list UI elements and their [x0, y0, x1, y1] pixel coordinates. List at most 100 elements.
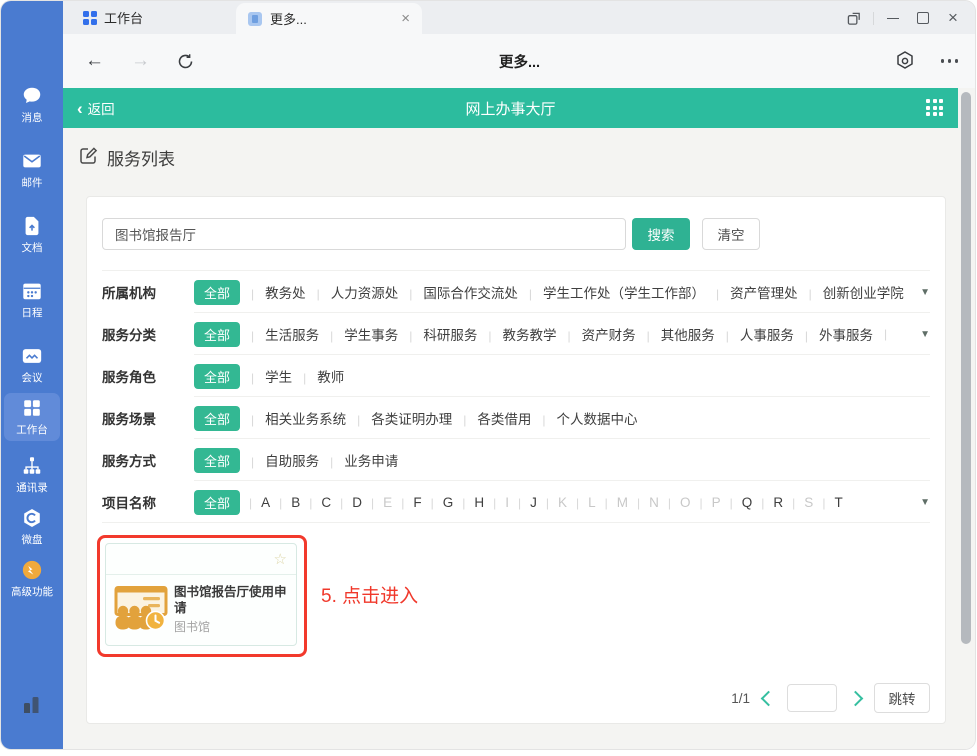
filter-option[interactable]: E [362, 495, 392, 510]
filter-option[interactable]: 各类借用 [452, 408, 531, 428]
filter-all-badge[interactable]: 全部 [194, 322, 240, 347]
filter-option[interactable]: 资产管理处 [705, 282, 798, 302]
sidebar-item-label: 会议 [22, 370, 43, 385]
filter-all-badge[interactable]: 全部 [194, 280, 240, 305]
sidebar-item-label: 消息 [22, 110, 43, 125]
filter-all-badge[interactable]: 全部 [194, 490, 240, 515]
expand-arrow-icon[interactable]: ▼ [920, 329, 930, 340]
filter-option[interactable]: 学生事务 [319, 324, 398, 344]
chat-icon [21, 85, 43, 107]
clear-button[interactable]: 清空 [702, 218, 760, 250]
filter-option[interactable]: 人力资源处 [306, 282, 399, 302]
popout-window-icon[interactable] [839, 6, 869, 30]
search-button[interactable]: 搜索 [632, 218, 690, 250]
close-icon[interactable]: × [938, 6, 968, 30]
page-title: 服务列表 [79, 145, 175, 170]
scrollbar-thumb[interactable] [961, 92, 971, 644]
page-indicator: 1/1 [731, 691, 750, 706]
filter-option[interactable]: 各类证明办理 [346, 408, 452, 428]
filter-option[interactable]: 教务处 [240, 282, 306, 302]
edit-icon [79, 146, 98, 170]
sidebar-item-mail[interactable]: 邮件 [4, 146, 60, 194]
filter-option[interactable]: J [509, 495, 537, 510]
filter-options: 学生教师 [240, 366, 930, 386]
filter-option[interactable]: B [270, 495, 300, 510]
filter-option[interactable]: A [240, 495, 270, 510]
service-panel: 搜索 清空 所属机构全部教务处人力资源处国际合作交流处学生工作处（学生工作部）资… [86, 196, 946, 724]
filter-option[interactable]: T [813, 495, 842, 510]
filter-option[interactable]: P [691, 495, 721, 510]
expand-arrow-icon[interactable]: ▼ [920, 497, 930, 508]
filter-option[interactable]: C [300, 495, 331, 510]
filter-option[interactable]: K [537, 495, 567, 510]
sidebar-item-docs[interactable]: 文档 [4, 211, 60, 259]
filter-option[interactable]: 个人数据中心 [531, 408, 637, 428]
maximize-icon[interactable] [908, 6, 938, 30]
app-title: 网上办事大厅 [63, 88, 958, 128]
pagination: 1/1 跳转 [731, 683, 930, 713]
search-input[interactable] [102, 218, 626, 250]
filter-option[interactable]: 教务教学 [477, 324, 556, 344]
window-controls: × [839, 6, 968, 30]
tab-more[interactable]: 更多... × [236, 3, 422, 34]
contacts-icon [21, 455, 43, 477]
filter-option[interactable]: 学生工作处（学生工作部） [518, 282, 705, 302]
sidebar-item-advanced[interactable]: 高级功能 [4, 555, 60, 603]
settings-icon[interactable] [894, 50, 916, 72]
sidebar-item-meeting[interactable]: 会议 [4, 341, 60, 389]
sidebar-item-drive[interactable]: 微盘 [4, 503, 60, 551]
filter-option[interactable]: 创新创业学院 [798, 282, 904, 302]
filter-option[interactable]: 业务申请 [319, 450, 398, 470]
sidebar-item-workbench[interactable]: 工作台 [4, 393, 60, 441]
filter-option[interactable]: 外事服务 [794, 324, 873, 344]
filter-option[interactable]: G [422, 495, 454, 510]
filter-all-badge[interactable]: 全部 [194, 364, 240, 389]
prev-page-icon[interactable] [761, 690, 777, 706]
filter-label: 服务角色 [102, 366, 194, 386]
jump-button[interactable]: 跳转 [874, 683, 930, 713]
more-menu-icon[interactable] [941, 59, 959, 63]
separator [873, 325, 898, 343]
filter-option[interactable]: 自助服务 [240, 450, 319, 470]
filter-option[interactable]: N [628, 495, 659, 510]
service-card[interactable]: ☆ [105, 543, 297, 646]
sidebar-item-chat[interactable]: 消息 [4, 81, 60, 129]
filter-option[interactable]: S [783, 495, 813, 510]
sidebar-item-label: 微盘 [22, 532, 43, 547]
next-page-icon[interactable] [848, 690, 864, 706]
service-title: 图书馆报告厅使用申请 [174, 585, 292, 616]
filter-option[interactable]: H [453, 495, 484, 510]
tab-close-icon[interactable]: × [401, 11, 410, 26]
page-number-input[interactable] [787, 684, 837, 712]
sidebar-item-label: 文档 [22, 240, 43, 255]
filter-option[interactable]: 国际合作交流处 [398, 282, 518, 302]
filter-option[interactable]: L [567, 495, 596, 510]
app-stats-icon[interactable] [20, 693, 44, 717]
filter-option[interactable]: 教师 [292, 366, 344, 386]
sidebar-item-contacts[interactable]: 通讯录 [4, 451, 60, 499]
filter-all-badge[interactable]: 全部 [194, 406, 240, 431]
filter-option[interactable]: 资产财务 [557, 324, 636, 344]
filter-option[interactable]: R [752, 495, 783, 510]
filter-option[interactable]: 相关业务系统 [240, 408, 346, 428]
filter-option[interactable]: 学生 [240, 366, 292, 386]
filter-option[interactable]: 生活服务 [240, 324, 319, 344]
expand-arrow-icon[interactable]: ▼ [920, 287, 930, 298]
filter-option[interactable]: I [484, 495, 509, 510]
tab-workbench[interactable]: 工作台 [71, 1, 231, 34]
sidebar-item-calendar[interactable]: 日程 [4, 276, 60, 324]
filter-option[interactable]: O [659, 495, 691, 510]
filter-all-badge[interactable]: 全部 [194, 448, 240, 473]
filter-option[interactable]: D [331, 495, 362, 510]
filter-option[interactable]: M [596, 495, 628, 510]
filter-option[interactable]: 人事服务 [715, 324, 794, 344]
favorite-star-icon[interactable]: ☆ [274, 550, 287, 568]
filter-option[interactable]: Q [721, 495, 753, 510]
apps-grid-icon[interactable] [926, 99, 944, 117]
filter-option[interactable]: F [392, 495, 421, 510]
filter-rows: 所属机构全部教务处人力资源处国际合作交流处学生工作处（学生工作部）资产管理处创新… [87, 271, 945, 523]
filter-label: 服务分类 [102, 324, 194, 344]
minimize-icon[interactable] [878, 6, 908, 30]
filter-option[interactable]: 科研服务 [398, 324, 477, 344]
filter-option[interactable]: 其他服务 [636, 324, 715, 344]
